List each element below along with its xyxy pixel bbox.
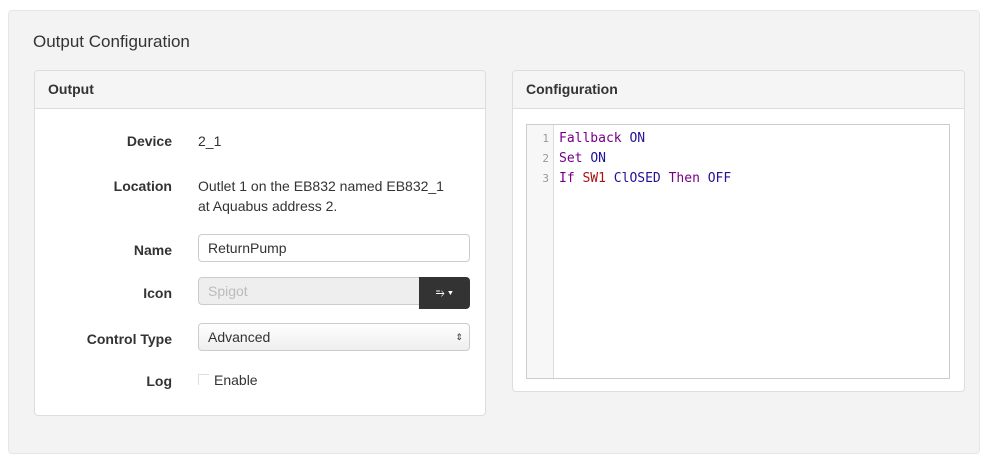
- control-type-label: Control Type: [86, 331, 172, 347]
- icon-input[interactable]: Spigot: [198, 277, 420, 305]
- line-number: 1: [542, 132, 549, 145]
- name-input[interactable]: ReturnPump: [198, 234, 470, 262]
- code-token: If: [559, 171, 575, 186]
- page-title: Output Configuration: [33, 32, 190, 51]
- code-editor[interactable]: 1 Fallback ON 2 Set ON 3 If SW1 ClOSED Then…: [526, 124, 950, 379]
- code-token: OFF: [707, 171, 732, 186]
- location-value: Outlet 1 on the EB832 named EB832_1at Aq…: [198, 176, 444, 216]
- line-number: 3: [542, 172, 549, 185]
- name-label: Name: [133, 242, 172, 258]
- log-enable-checkbox[interactable]: [198, 374, 209, 385]
- location-line-1: Outlet 1 on the EB832 named EB832_1: [198, 178, 444, 194]
- output-panel: Output Device 2_1 Location Outlet 1 on t…: [34, 70, 486, 416]
- code-token: Fallback: [559, 131, 622, 146]
- code-token: ON: [590, 151, 606, 166]
- control-type-value: Advanced: [208, 329, 271, 345]
- output-panel-heading: Output: [35, 71, 485, 109]
- caret-down-icon: ▾: [447, 287, 454, 299]
- control-type-select[interactable]: Advanced ⇕: [198, 323, 470, 351]
- select-arrows-icon: ⇕: [455, 332, 463, 342]
- code-line: Set ON: [559, 151, 614, 166]
- code-token: ClOSED: [613, 171, 661, 186]
- icon-label: Icon: [143, 285, 172, 301]
- code-line: Fallback ON: [559, 131, 653, 146]
- code-token: Set: [559, 151, 583, 166]
- code-token: ON: [629, 131, 646, 146]
- location-label: Location: [113, 178, 172, 194]
- icon-dropdown-button[interactable]: ⥱ ▾: [419, 277, 470, 309]
- location-line-2: at Aquabus address 2.: [198, 198, 338, 214]
- line-number: 2: [542, 152, 549, 165]
- code-token: Then: [668, 171, 700, 186]
- device-value: 2_1: [198, 133, 222, 149]
- device-label: Device: [126, 133, 172, 149]
- log-enable-label: Enable: [214, 372, 258, 388]
- code-line: If SW1 ClOSED Then OFF: [559, 171, 739, 186]
- configuration-panel: Configuration 1 Fallback ON 2 Set ON 3 If S…: [512, 70, 965, 392]
- log-label: Log: [146, 373, 172, 389]
- code-token: SW1: [582, 171, 606, 186]
- configuration-panel-heading: Configuration: [513, 71, 964, 109]
- spigot-icon: ⥱: [435, 287, 445, 299]
